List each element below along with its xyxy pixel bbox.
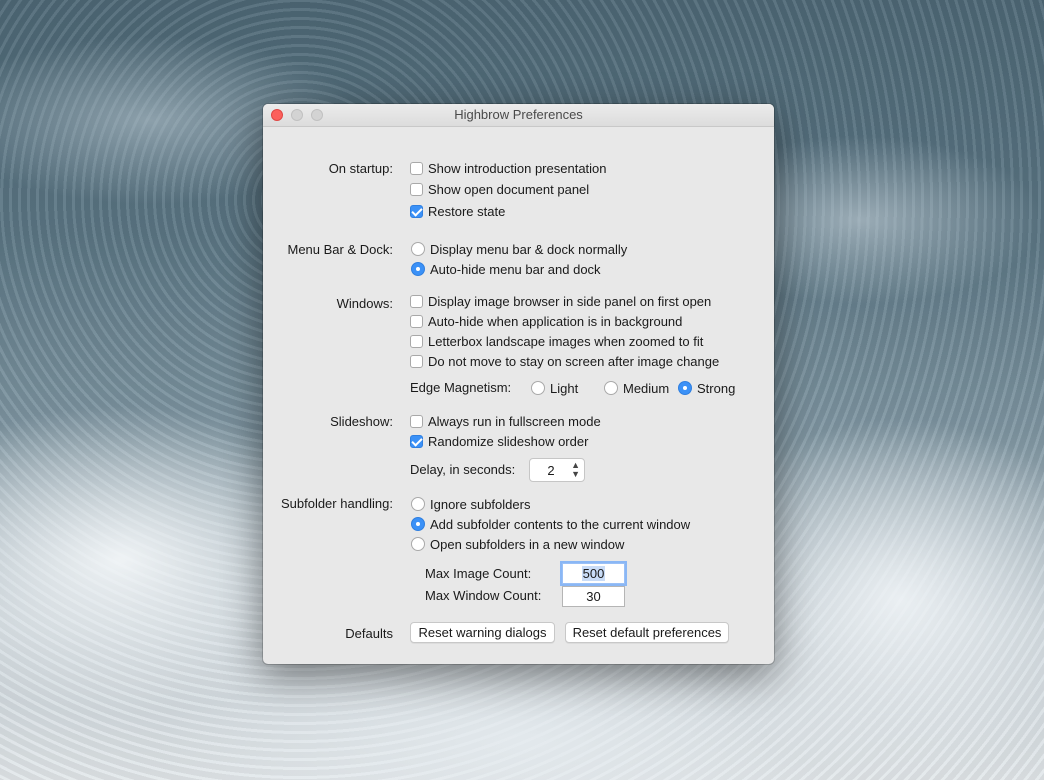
edge-magnetism-label: Edge Magnetism:	[410, 380, 512, 395]
max-window-label: Max Window Count:	[425, 588, 542, 603]
subfolder-label: Subfolder handling:	[280, 496, 393, 511]
max-window-value: 30	[586, 589, 601, 604]
checkbox-intro[interactable]	[410, 162, 423, 175]
option-label: Add subfolder contents to the current wi…	[430, 517, 691, 532]
radio-edge-strong[interactable]	[678, 381, 692, 395]
max-window-count-field[interactable]: 30	[562, 586, 625, 607]
delay-stepper[interactable]: 2 ▲ ▼	[529, 458, 585, 482]
option-label: Strong	[697, 381, 736, 396]
zoom-button[interactable]	[311, 109, 323, 121]
menubar-label: Menu Bar & Dock:	[287, 242, 394, 257]
checkbox-randomize[interactable]	[410, 435, 423, 448]
max-image-value: 500	[581, 566, 606, 581]
radio-edge-light[interactable]	[531, 381, 545, 395]
option-label: Auto-hide when application is in backgro…	[428, 314, 683, 329]
max-image-label: Max Image Count:	[425, 566, 532, 581]
option-label: Open subfolders in a new window	[430, 537, 625, 552]
radio-edge-medium[interactable]	[604, 381, 618, 395]
checkbox-letterbox[interactable]	[410, 335, 423, 348]
startup-label: On startup:	[328, 161, 393, 176]
delay-label: Delay, in seconds:	[410, 462, 516, 477]
stepper-arrows-icon[interactable]: ▲ ▼	[571, 461, 580, 479]
title-bar[interactable]: Highbrow Preferences	[263, 104, 774, 127]
option-label: Auto-hide menu bar and dock	[430, 262, 601, 277]
option-label: Do not move to stay on screen after imag…	[428, 354, 720, 369]
checkbox-image-browser[interactable]	[410, 295, 423, 308]
checkbox-restore-state[interactable]	[410, 205, 423, 218]
option-label: Show introduction presentation	[428, 161, 607, 176]
defaults-label: Defaults	[345, 626, 393, 641]
option-label: Show open document panel	[428, 182, 590, 197]
radio-menubar-autohide[interactable]	[411, 262, 425, 276]
radio-add-subfolders[interactable]	[411, 517, 425, 531]
window-title: Highbrow Preferences	[454, 107, 583, 122]
checkbox-fullscreen[interactable]	[410, 415, 423, 428]
radio-menubar-normal[interactable]	[411, 242, 425, 256]
windows-label: Windows:	[336, 296, 393, 311]
option-label: Restore state	[428, 204, 506, 219]
option-label: Light	[550, 381, 579, 396]
delay-value: 2	[547, 463, 555, 478]
option-label: Medium	[623, 381, 670, 396]
option-label: Display image browser in side panel on f…	[428, 294, 712, 309]
option-label: Display menu bar & dock normally	[430, 242, 628, 257]
option-label: Letterbox landscape images when zoomed t…	[428, 334, 704, 349]
checkbox-no-move[interactable]	[410, 355, 423, 368]
close-button[interactable]	[271, 109, 283, 121]
reset-warning-dialogs-button[interactable]: Reset warning dialogs	[410, 622, 555, 643]
radio-ignore-subfolders[interactable]	[411, 497, 425, 511]
radio-open-new-window[interactable]	[411, 537, 425, 551]
slideshow-label: Slideshow:	[330, 414, 393, 429]
reset-default-preferences-button[interactable]: Reset default preferences	[565, 622, 729, 643]
option-label: Always run in fullscreen mode	[428, 414, 601, 429]
checkbox-autohide-background[interactable]	[410, 315, 423, 328]
option-label: Ignore subfolders	[430, 497, 531, 512]
max-image-count-field[interactable]: 500	[562, 563, 625, 584]
minimize-button[interactable]	[291, 109, 303, 121]
checkbox-open-panel[interactable]	[410, 183, 423, 196]
option-label: Randomize slideshow order	[428, 434, 589, 449]
